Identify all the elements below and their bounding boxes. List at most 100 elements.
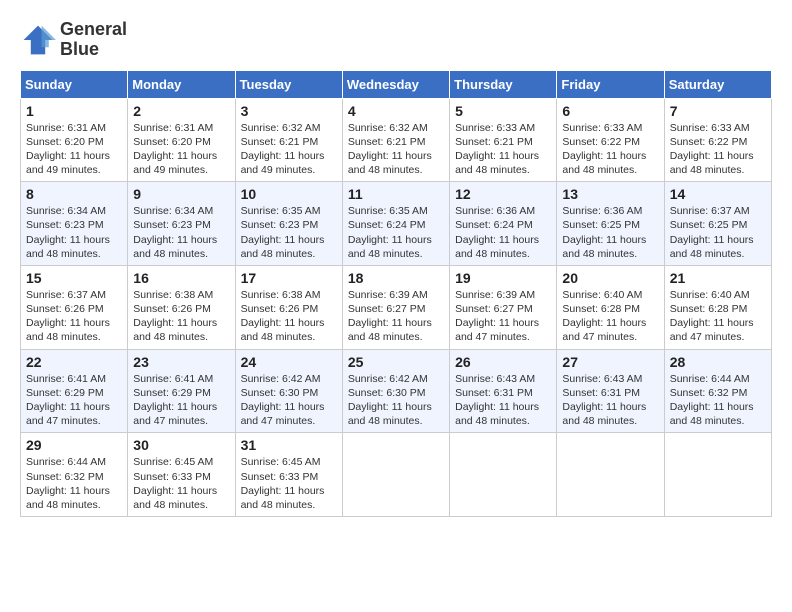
- day-info: Sunrise: 6:40 AM Sunset: 6:28 PM Dayligh…: [670, 288, 766, 345]
- day-info: Sunrise: 6:33 AM Sunset: 6:21 PM Dayligh…: [455, 121, 551, 178]
- day-number: 5: [455, 103, 551, 119]
- day-info: Sunrise: 6:34 AM Sunset: 6:23 PM Dayligh…: [133, 204, 229, 261]
- day-cell: 29 Sunrise: 6:44 AM Sunset: 6:32 PM Dayl…: [21, 433, 128, 517]
- day-cell: 3 Sunrise: 6:32 AM Sunset: 6:21 PM Dayli…: [235, 98, 342, 182]
- day-number: 13: [562, 186, 658, 202]
- calendar-header-row: SundayMondayTuesdayWednesdayThursdayFrid…: [21, 70, 772, 98]
- day-cell: 27 Sunrise: 6:43 AM Sunset: 6:31 PM Dayl…: [557, 349, 664, 433]
- day-cell: 6 Sunrise: 6:33 AM Sunset: 6:22 PM Dayli…: [557, 98, 664, 182]
- day-info: Sunrise: 6:45 AM Sunset: 6:33 PM Dayligh…: [133, 455, 229, 512]
- day-cell: 13 Sunrise: 6:36 AM Sunset: 6:25 PM Dayl…: [557, 182, 664, 266]
- day-info: Sunrise: 6:39 AM Sunset: 6:27 PM Dayligh…: [455, 288, 551, 345]
- day-cell: 15 Sunrise: 6:37 AM Sunset: 6:26 PM Dayl…: [21, 265, 128, 349]
- day-cell: 5 Sunrise: 6:33 AM Sunset: 6:21 PM Dayli…: [450, 98, 557, 182]
- week-row-4: 22 Sunrise: 6:41 AM Sunset: 6:29 PM Dayl…: [21, 349, 772, 433]
- day-number: 21: [670, 270, 766, 286]
- day-info: Sunrise: 6:43 AM Sunset: 6:31 PM Dayligh…: [562, 372, 658, 429]
- day-number: 26: [455, 354, 551, 370]
- day-cell: 23 Sunrise: 6:41 AM Sunset: 6:29 PM Dayl…: [128, 349, 235, 433]
- day-info: Sunrise: 6:44 AM Sunset: 6:32 PM Dayligh…: [670, 372, 766, 429]
- day-number: 23: [133, 354, 229, 370]
- day-number: 27: [562, 354, 658, 370]
- day-cell: 30 Sunrise: 6:45 AM Sunset: 6:33 PM Dayl…: [128, 433, 235, 517]
- day-number: 3: [241, 103, 337, 119]
- day-cell: 21 Sunrise: 6:40 AM Sunset: 6:28 PM Dayl…: [664, 265, 771, 349]
- day-cell: 8 Sunrise: 6:34 AM Sunset: 6:23 PM Dayli…: [21, 182, 128, 266]
- day-info: Sunrise: 6:37 AM Sunset: 6:26 PM Dayligh…: [26, 288, 122, 345]
- day-cell: 19 Sunrise: 6:39 AM Sunset: 6:27 PM Dayl…: [450, 265, 557, 349]
- day-cell: 22 Sunrise: 6:41 AM Sunset: 6:29 PM Dayl…: [21, 349, 128, 433]
- day-number: 8: [26, 186, 122, 202]
- day-number: 10: [241, 186, 337, 202]
- day-number: 16: [133, 270, 229, 286]
- day-info: Sunrise: 6:44 AM Sunset: 6:32 PM Dayligh…: [26, 455, 122, 512]
- week-row-1: 1 Sunrise: 6:31 AM Sunset: 6:20 PM Dayli…: [21, 98, 772, 182]
- day-number: 9: [133, 186, 229, 202]
- day-cell: 31 Sunrise: 6:45 AM Sunset: 6:33 PM Dayl…: [235, 433, 342, 517]
- day-info: Sunrise: 6:41 AM Sunset: 6:29 PM Dayligh…: [133, 372, 229, 429]
- day-info: Sunrise: 6:43 AM Sunset: 6:31 PM Dayligh…: [455, 372, 551, 429]
- header-friday: Friday: [557, 70, 664, 98]
- day-number: 31: [241, 437, 337, 453]
- day-number: 29: [26, 437, 122, 453]
- day-number: 18: [348, 270, 444, 286]
- day-info: Sunrise: 6:36 AM Sunset: 6:24 PM Dayligh…: [455, 204, 551, 261]
- day-info: Sunrise: 6:35 AM Sunset: 6:24 PM Dayligh…: [348, 204, 444, 261]
- header-saturday: Saturday: [664, 70, 771, 98]
- day-cell: [450, 433, 557, 517]
- header-thursday: Thursday: [450, 70, 557, 98]
- day-cell: 18 Sunrise: 6:39 AM Sunset: 6:27 PM Dayl…: [342, 265, 449, 349]
- calendar-table: SundayMondayTuesdayWednesdayThursdayFrid…: [20, 70, 772, 517]
- day-cell: 10 Sunrise: 6:35 AM Sunset: 6:23 PM Dayl…: [235, 182, 342, 266]
- day-info: Sunrise: 6:37 AM Sunset: 6:25 PM Dayligh…: [670, 204, 766, 261]
- day-cell: 20 Sunrise: 6:40 AM Sunset: 6:28 PM Dayl…: [557, 265, 664, 349]
- week-row-3: 15 Sunrise: 6:37 AM Sunset: 6:26 PM Dayl…: [21, 265, 772, 349]
- day-info: Sunrise: 6:31 AM Sunset: 6:20 PM Dayligh…: [133, 121, 229, 178]
- day-cell: 28 Sunrise: 6:44 AM Sunset: 6:32 PM Dayl…: [664, 349, 771, 433]
- day-cell: [557, 433, 664, 517]
- day-number: 12: [455, 186, 551, 202]
- logo: General Blue: [20, 20, 127, 60]
- day-number: 4: [348, 103, 444, 119]
- header-tuesday: Tuesday: [235, 70, 342, 98]
- day-cell: 24 Sunrise: 6:42 AM Sunset: 6:30 PM Dayl…: [235, 349, 342, 433]
- day-number: 6: [562, 103, 658, 119]
- day-info: Sunrise: 6:38 AM Sunset: 6:26 PM Dayligh…: [133, 288, 229, 345]
- day-info: Sunrise: 6:38 AM Sunset: 6:26 PM Dayligh…: [241, 288, 337, 345]
- day-number: 28: [670, 354, 766, 370]
- day-cell: 17 Sunrise: 6:38 AM Sunset: 6:26 PM Dayl…: [235, 265, 342, 349]
- day-info: Sunrise: 6:41 AM Sunset: 6:29 PM Dayligh…: [26, 372, 122, 429]
- day-cell: 2 Sunrise: 6:31 AM Sunset: 6:20 PM Dayli…: [128, 98, 235, 182]
- day-cell: 14 Sunrise: 6:37 AM Sunset: 6:25 PM Dayl…: [664, 182, 771, 266]
- week-row-2: 8 Sunrise: 6:34 AM Sunset: 6:23 PM Dayli…: [21, 182, 772, 266]
- day-cell: [342, 433, 449, 517]
- day-info: Sunrise: 6:42 AM Sunset: 6:30 PM Dayligh…: [348, 372, 444, 429]
- day-number: 7: [670, 103, 766, 119]
- day-info: Sunrise: 6:32 AM Sunset: 6:21 PM Dayligh…: [241, 121, 337, 178]
- day-cell: 9 Sunrise: 6:34 AM Sunset: 6:23 PM Dayli…: [128, 182, 235, 266]
- day-cell: 7 Sunrise: 6:33 AM Sunset: 6:22 PM Dayli…: [664, 98, 771, 182]
- day-info: Sunrise: 6:42 AM Sunset: 6:30 PM Dayligh…: [241, 372, 337, 429]
- day-info: Sunrise: 6:33 AM Sunset: 6:22 PM Dayligh…: [670, 121, 766, 178]
- day-number: 30: [133, 437, 229, 453]
- day-info: Sunrise: 6:35 AM Sunset: 6:23 PM Dayligh…: [241, 204, 337, 261]
- day-info: Sunrise: 6:32 AM Sunset: 6:21 PM Dayligh…: [348, 121, 444, 178]
- day-cell: 1 Sunrise: 6:31 AM Sunset: 6:20 PM Dayli…: [21, 98, 128, 182]
- day-cell: 12 Sunrise: 6:36 AM Sunset: 6:24 PM Dayl…: [450, 182, 557, 266]
- day-info: Sunrise: 6:34 AM Sunset: 6:23 PM Dayligh…: [26, 204, 122, 261]
- day-info: Sunrise: 6:31 AM Sunset: 6:20 PM Dayligh…: [26, 121, 122, 178]
- header-wednesday: Wednesday: [342, 70, 449, 98]
- day-number: 24: [241, 354, 337, 370]
- day-info: Sunrise: 6:40 AM Sunset: 6:28 PM Dayligh…: [562, 288, 658, 345]
- day-cell: 26 Sunrise: 6:43 AM Sunset: 6:31 PM Dayl…: [450, 349, 557, 433]
- day-number: 2: [133, 103, 229, 119]
- day-cell: [664, 433, 771, 517]
- day-number: 15: [26, 270, 122, 286]
- header-monday: Monday: [128, 70, 235, 98]
- day-number: 22: [26, 354, 122, 370]
- day-cell: 16 Sunrise: 6:38 AM Sunset: 6:26 PM Dayl…: [128, 265, 235, 349]
- day-number: 14: [670, 186, 766, 202]
- day-number: 11: [348, 186, 444, 202]
- header-sunday: Sunday: [21, 70, 128, 98]
- day-info: Sunrise: 6:39 AM Sunset: 6:27 PM Dayligh…: [348, 288, 444, 345]
